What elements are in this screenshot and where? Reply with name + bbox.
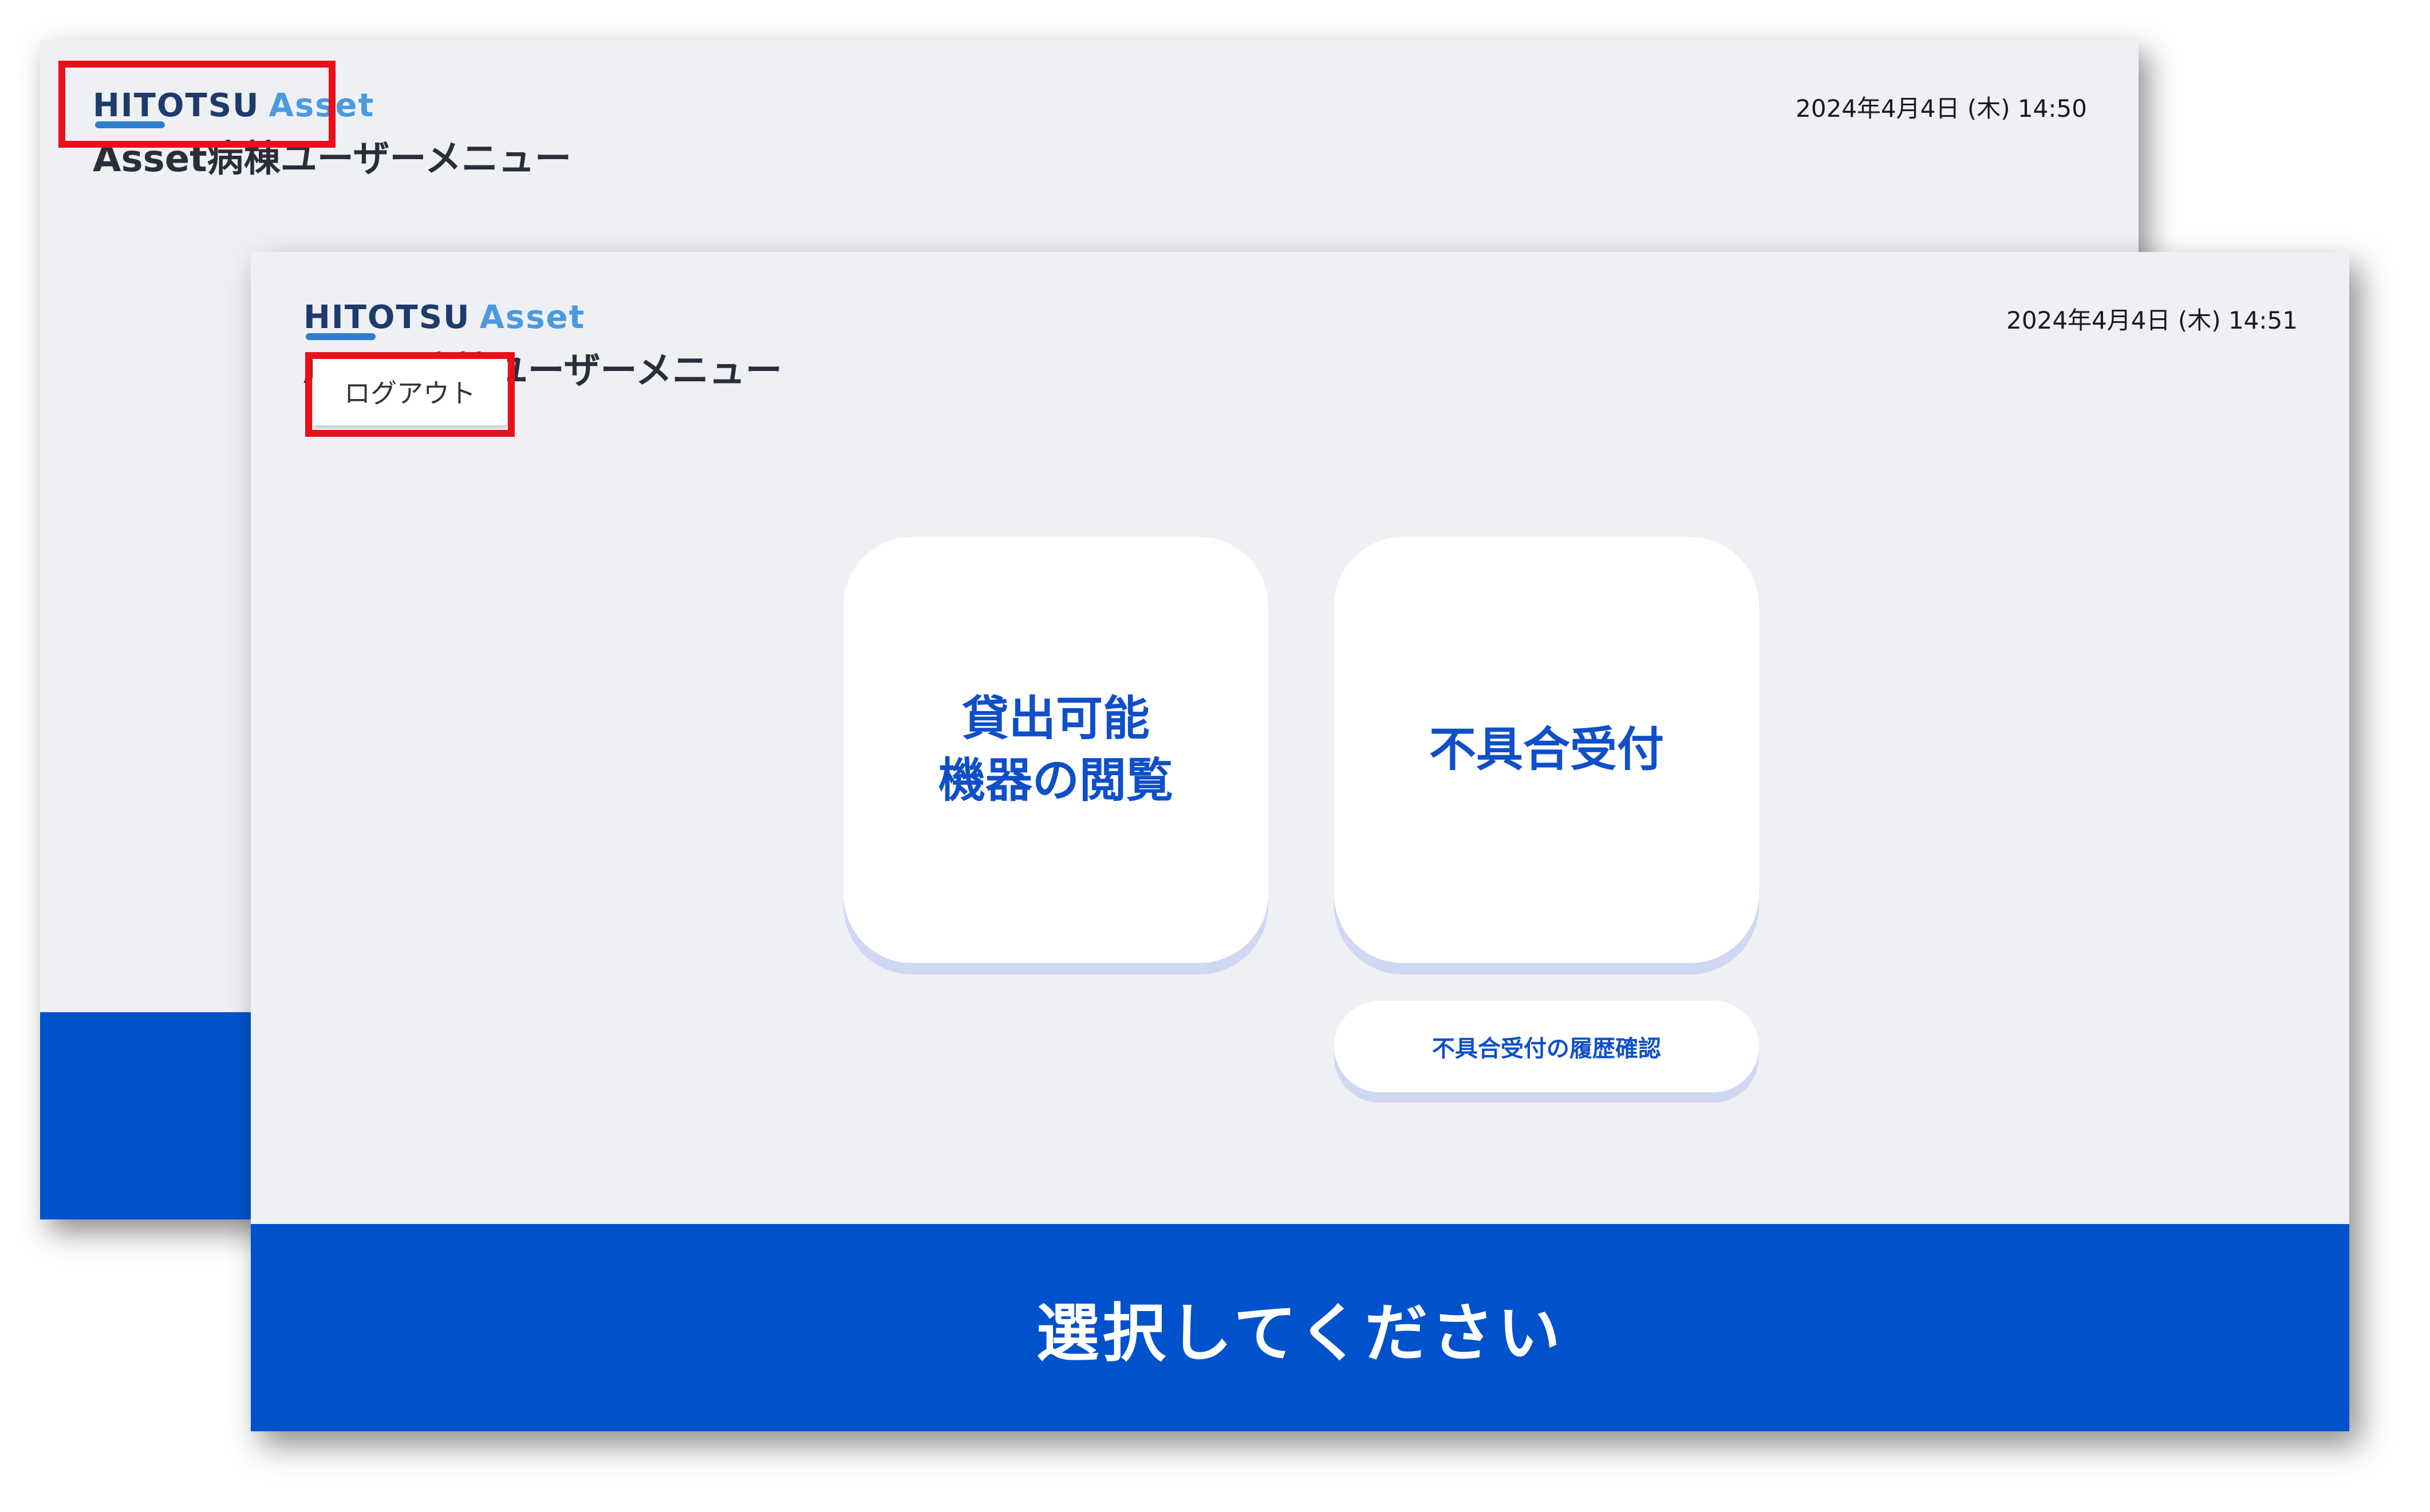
logout-button[interactable]: ログアウト (313, 358, 507, 425)
app-logo: HITOTSU Asset (93, 86, 374, 132)
datetime: 2024年4月4日 (木) 14:50 (1796, 94, 2087, 123)
logo-brand: HITOTSU (303, 299, 471, 336)
lending-devices-label: 貸出可能 機器の閲覧 (938, 692, 1173, 808)
defect-history-button[interactable]: 不具合受付の履歴確認 (1334, 1001, 1759, 1092)
defect-report-label: 不具合受付 (1429, 723, 1664, 777)
footer-bar: 選択してください (251, 1224, 2349, 1431)
defect-history-label: 不具合受付の履歴確認 (1432, 1036, 1661, 1062)
defect-report-button[interactable]: 不具合受付 (1334, 537, 1759, 963)
logo-swoosh (306, 333, 376, 340)
footer-prompt: 選択してください (1036, 1297, 1564, 1370)
logo-product: Asset (269, 87, 375, 124)
front-screen: HITOTSU Asset Asset病棟ユーザーメニュー 2024年4月4日 (… (251, 252, 2349, 1431)
logo-brand: HITOTSU (93, 87, 260, 124)
lending-devices-button[interactable]: 貸出可能 機器の閲覧 (843, 537, 1268, 963)
logo-product: Asset (479, 299, 586, 336)
logout-label: ログアウト (344, 378, 476, 409)
logo-swoosh (95, 121, 165, 128)
page-title: Asset病棟ユーザーメニュー (93, 138, 571, 180)
datetime: 2024年4月4日 (木) 14:51 (2006, 306, 2298, 334)
app-logo: HITOTSU Asset (303, 298, 585, 344)
